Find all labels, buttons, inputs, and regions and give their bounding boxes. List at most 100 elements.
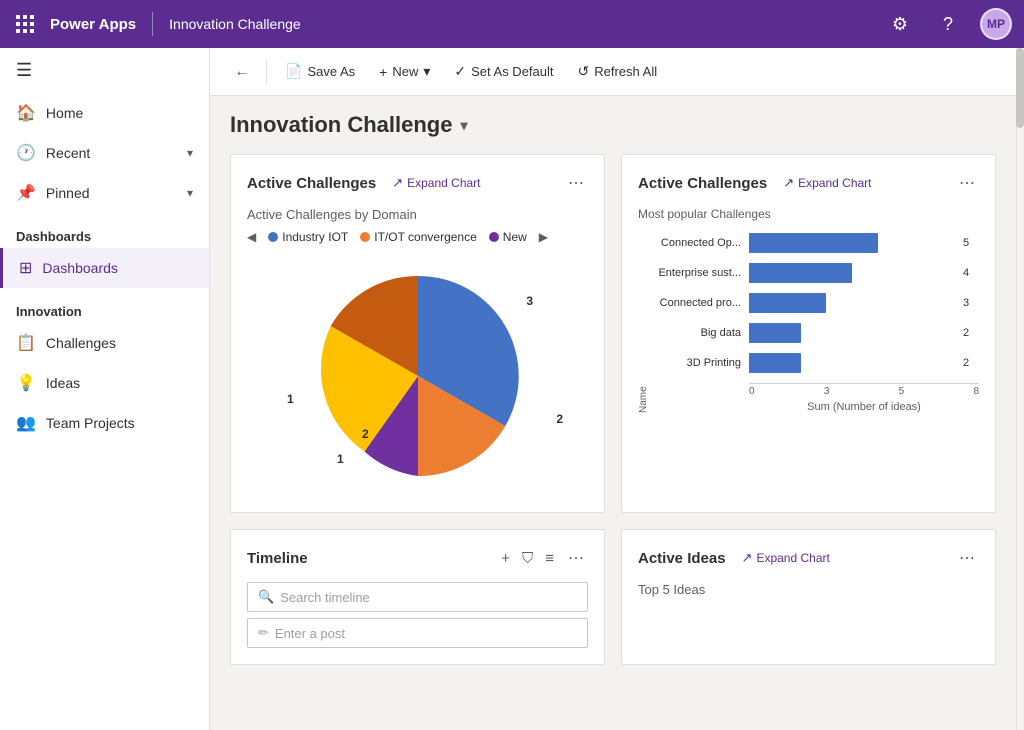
bar-track: [749, 323, 955, 343]
save-as-label: Save As: [307, 64, 355, 79]
bar-label: Connected pro...: [651, 297, 741, 309]
card-header: Active Challenges ↗ Expand Chart ⋯: [247, 171, 588, 195]
chevron-down-icon: ▾: [423, 63, 430, 80]
bar-fill: [749, 233, 878, 253]
nav-divider: [152, 12, 153, 36]
legend-item-itot: IT/OT convergence: [360, 230, 477, 244]
legend-label: New: [503, 230, 527, 244]
save-icon: 📄: [285, 63, 302, 80]
recent-icon: 🕐: [16, 143, 36, 163]
timeline-card: Timeline + ⛉ ≡ ⋯ 🔍 Search timeline ✏: [230, 529, 605, 665]
sidebar-item-ideas[interactable]: 💡 Ideas: [0, 363, 209, 403]
right-scrollbar[interactable]: [1016, 48, 1024, 730]
legend-dot: [360, 232, 370, 242]
legend-dot: [268, 232, 278, 242]
waffle-menu[interactable]: [12, 11, 38, 37]
save-as-button[interactable]: 📄 Save As: [275, 57, 365, 86]
page-title-chevron-icon[interactable]: ▾: [460, 117, 467, 134]
x-axis-ticks: 0 3 5 8: [749, 383, 979, 397]
toolbar-divider: [266, 60, 267, 84]
page-content: Innovation Challenge ▾ Active Challenges…: [210, 96, 1016, 730]
card-header: Active Ideas ↗ Expand Chart ⋯: [638, 546, 979, 570]
plus-icon: +: [379, 64, 387, 80]
sidebar-item-label: Challenges: [46, 335, 116, 351]
main-content: ← 📄 Save As + New ▾ ✓ Set As Default ↺ R…: [210, 48, 1016, 730]
app-body: ☰ 🏠 Home 🕐 Recent ▾ 📌 Pinned ▾ Dashboard…: [0, 48, 1024, 730]
bar-row: Connected pro... 3: [651, 293, 979, 313]
card-header: Timeline + ⛉ ≡ ⋯: [247, 546, 588, 570]
card-subtitle: Top 5 Ideas: [638, 582, 979, 597]
search-placeholder: Search timeline: [280, 590, 370, 605]
legend-next-button[interactable]: ▶: [539, 230, 548, 244]
sidebar-item-challenges[interactable]: 📋 Challenges: [0, 323, 209, 363]
axis-spacer: [651, 397, 741, 413]
top-navbar: Power Apps Innovation Challenge ⚙ ? MP: [0, 0, 1024, 48]
active-challenges-bar-card: Active Challenges ↗ Expand Chart ⋯ Most …: [621, 154, 996, 513]
pie-label-2-right: 2: [556, 412, 563, 426]
more-options-button[interactable]: ⋯: [564, 546, 588, 570]
avatar[interactable]: MP: [980, 8, 1012, 40]
new-label: New: [392, 64, 418, 79]
refresh-button[interactable]: ↺ Refresh All: [568, 57, 668, 86]
legend-item-industry-iot: Industry IOT: [268, 230, 348, 244]
post-input-box[interactable]: ✏ Enter a post: [247, 618, 588, 648]
card-header: Active Challenges ↗ Expand Chart ⋯: [638, 171, 979, 195]
tick-3: 3: [824, 386, 830, 397]
bar-label: 3D Printing: [651, 357, 741, 369]
refresh-icon: ↺: [578, 63, 590, 80]
sidebar-item-pinned[interactable]: 📌 Pinned ▾: [0, 173, 209, 213]
scrollbar-thumb: [1016, 48, 1024, 128]
expand-chart-button[interactable]: ↗ Expand Chart: [742, 550, 830, 566]
list-button[interactable]: ≡: [543, 548, 556, 569]
pencil-icon: ✏: [258, 625, 269, 641]
card-subtitle: Active Challenges by Domain: [247, 207, 588, 222]
ideas-icon: 💡: [16, 373, 36, 393]
bar-value: 2: [963, 357, 979, 369]
more-options-button[interactable]: ⋯: [564, 171, 588, 195]
card-title: Timeline: [247, 550, 308, 567]
expand-chart-button[interactable]: ↗ Expand Chart: [783, 175, 871, 191]
settings-button[interactable]: ⚙: [884, 8, 916, 40]
challenges-icon: 📋: [16, 333, 36, 353]
pie-chart: 3 2 1 1 2: [247, 256, 588, 496]
x-axis-label-row: Sum (Number of ideas): [651, 397, 979, 413]
x-axis-row: 0 3 5 8: [651, 383, 979, 397]
new-button[interactable]: + New ▾: [369, 57, 440, 86]
expand-chart-button[interactable]: ↗ Expand Chart: [392, 175, 480, 191]
bar-label: Enterprise sust...: [651, 267, 741, 279]
sidebar-item-recent[interactable]: 🕐 Recent ▾: [0, 133, 209, 173]
timeline-actions: + ⛉ ≡ ⋯: [499, 546, 588, 570]
add-button[interactable]: +: [499, 548, 512, 569]
bar-track: [749, 263, 955, 283]
back-button[interactable]: ←: [226, 59, 258, 85]
search-timeline-box[interactable]: 🔍 Search timeline: [247, 582, 588, 612]
bar-chart: Name Connected Op... 5 Enterprise sust..…: [638, 233, 979, 413]
home-icon: 🏠: [16, 103, 36, 123]
sidebar-item-dashboards[interactable]: ⊞ Dashboards: [0, 248, 209, 288]
tick-5: 5: [899, 386, 905, 397]
more-options-button[interactable]: ⋯: [955, 171, 979, 195]
set-default-label: Set As Default: [471, 64, 553, 79]
dashboard-grid: Active Challenges ↗ Expand Chart ⋯ Activ…: [230, 154, 996, 665]
bar-fill: [749, 323, 801, 343]
legend-prev-button[interactable]: ◀: [247, 230, 256, 244]
section-dashboards-label: Dashboards: [0, 213, 209, 248]
chart-subtitle: Most popular Challenges: [638, 207, 979, 221]
page-title-text: Innovation Challenge: [230, 112, 452, 138]
card-title: Active Challenges: [638, 175, 767, 192]
nav-right-actions: ⚙ ? MP: [884, 8, 1012, 40]
page-title: Innovation Challenge ▾: [230, 112, 996, 138]
more-options-button[interactable]: ⋯: [955, 546, 979, 570]
help-button[interactable]: ?: [932, 8, 964, 40]
filter-button[interactable]: ⛉: [520, 548, 535, 569]
sidebar-item-team-projects[interactable]: 👥 Team Projects: [0, 403, 209, 443]
tick-8: 8: [973, 386, 979, 397]
legend-dot: [489, 232, 499, 242]
sidebar-hamburger[interactable]: ☰: [0, 48, 209, 93]
bar-track: [749, 293, 955, 313]
sidebar-item-home[interactable]: 🏠 Home: [0, 93, 209, 133]
expand-label: Expand Chart: [756, 551, 829, 565]
chart-legend: ◀ Industry IOT IT/OT convergence New: [247, 230, 588, 244]
set-default-button[interactable]: ✓ Set As Default: [444, 57, 563, 86]
bar-row: Enterprise sust... 4: [651, 263, 979, 283]
